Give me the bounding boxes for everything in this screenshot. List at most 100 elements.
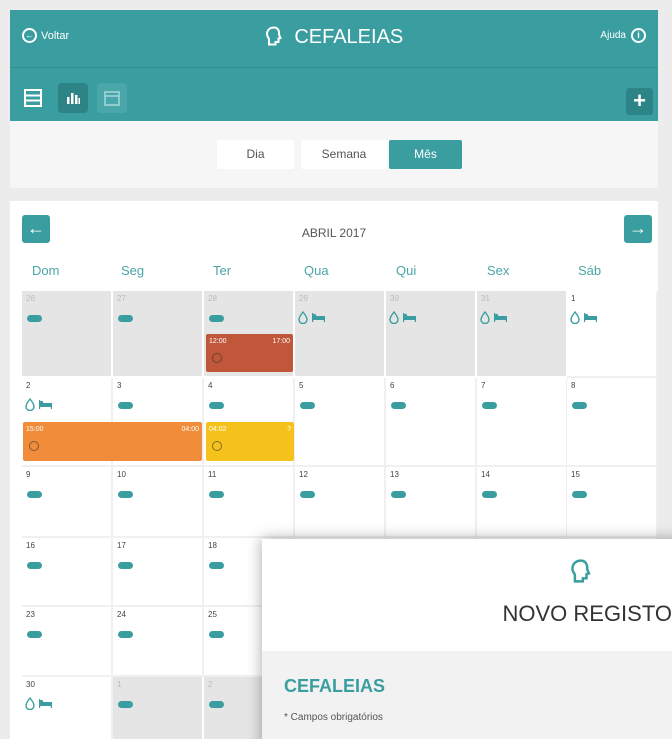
calendar-day-cell[interactable]: 17 [113,538,204,607]
calendar-day-cell[interactable]: 30 [386,291,477,378]
pill-icon [118,631,133,638]
symptom-icons [389,311,417,324]
pill-icon [209,491,224,498]
view-tabs: Dia Semana Mês [10,121,658,188]
day-number: 15 [571,470,580,479]
tab-month[interactable]: Mês [389,140,462,169]
list-view-icon [24,89,42,107]
event-start: 15:00 [26,426,44,433]
calendar-day-cell[interactable]: 24 [113,607,204,677]
drop-icon [389,311,399,324]
list-view-button[interactable] [18,83,48,113]
day-number: 1 [571,294,576,303]
page-title-text: CEFALEIAS [294,26,404,48]
pill-icon [209,402,224,409]
tab-week[interactable]: Semana [301,140,387,169]
calendar-day-cell[interactable]: 10 [113,467,204,538]
arrow-right-icon: → [629,218,647,238]
calendar-day-cell[interactable]: 30 [22,677,113,739]
help-label: Ajuda [600,30,626,41]
calendar-day-cell[interactable]: 13 [386,467,477,538]
calendar-day-cell[interactable]: 5 [295,378,386,467]
day-number: 30 [26,680,35,689]
symptom-icons [25,398,53,411]
weekday-header: Sáb [578,263,602,278]
next-month-button[interactable]: → [624,215,652,243]
title-bar: ← Voltar CEFALEIAS Ajuda i [10,10,658,68]
calendar-day-cell[interactable]: 16 [22,538,113,607]
weekday-header: Seg [121,263,145,278]
head-icon [265,26,282,46]
weekday-header: Ter [213,263,232,278]
symptom-icons [570,311,598,324]
intensity-icon [212,353,222,363]
day-number: 24 [117,610,126,619]
day-number: 4 [208,381,213,390]
info-icon: i [631,28,646,43]
drop-icon [25,697,35,710]
pill-icon [300,491,315,498]
add-button[interactable]: + [626,88,653,115]
day-number: 16 [26,541,35,550]
calendar-day-cell[interactable]: 1 [567,291,658,378]
pill-icon [391,402,406,409]
day-number: 14 [481,470,490,479]
calendar-day-cell[interactable]: 26 [22,291,113,378]
required-note: * Campos obrigatórios [284,712,383,723]
pill-icon [209,315,224,322]
calendar-day-cell[interactable]: 31 [477,291,568,378]
event-end: 17:00 [272,338,290,345]
form-section-title: CEFALEIAS [284,676,386,696]
calendar-day-cell[interactable]: 27 [113,291,204,378]
calendar-day-cell[interactable]: 6 [386,378,477,467]
calendar-day-cell[interactable]: 1 [113,677,204,739]
bed-icon [39,698,52,708]
new-record-dialog: NOVO REGISTO CEFALEIAS * Campos obrigató… [262,539,672,739]
headache-event[interactable]: 04:02? [206,422,294,461]
tab-day[interactable]: Dia [217,140,294,169]
day-number: 11 [208,470,217,479]
drop-icon [480,311,490,324]
help-button[interactable]: Ajuda i [600,28,646,43]
pill-icon [572,402,587,409]
pill-icon [118,315,133,322]
pill-icon [300,402,315,409]
day-number: 29 [299,294,308,303]
drop-icon [25,398,35,411]
calendar-day-cell[interactable]: 12 [295,467,386,538]
calendar-day-cell[interactable]: 7 [477,378,568,467]
calendar-day-cell[interactable]: 11 [204,467,295,538]
headache-event[interactable]: 12:00 17:00 [206,334,293,372]
pill-icon [482,402,497,409]
calendar-day-cell[interactable]: 29 [295,291,386,378]
calendar-day-cell[interactable]: 14 [477,467,568,538]
pill-icon [118,491,133,498]
calendar-day-cell[interactable]: 23 [22,607,113,677]
pill-icon [209,562,224,569]
day-number: 2 [208,680,213,689]
pill-icon [482,491,497,498]
calendar-day-cell[interactable]: 15 [567,467,658,538]
calendar-icon [104,91,120,106]
day-number: 31 [481,294,490,303]
chart-view-button[interactable] [58,83,88,113]
day-number: 25 [208,610,217,619]
drop-icon [570,311,580,324]
symptom-icons [298,311,326,324]
calendar-view-button[interactable] [97,83,127,113]
day-number: 2 [26,381,31,390]
app-header: ← Voltar CEFALEIAS Ajuda i + [10,10,658,121]
day-number: 18 [208,541,217,550]
day-number: 26 [26,294,35,303]
day-number: 10 [117,470,126,479]
day-number: 23 [26,610,35,619]
day-number: 7 [481,381,486,390]
calendar-day-cell[interactable]: 9 [22,467,113,538]
weekday-header: Qua [304,263,329,278]
headache-event[interactable]: 15:00 04:00 [23,422,202,461]
pill-icon [391,491,406,498]
day-number: 13 [390,470,399,479]
calendar-day-cell[interactable]: 8 [567,378,658,467]
bed-icon [584,312,597,322]
event-end: 04:00 [181,426,199,433]
